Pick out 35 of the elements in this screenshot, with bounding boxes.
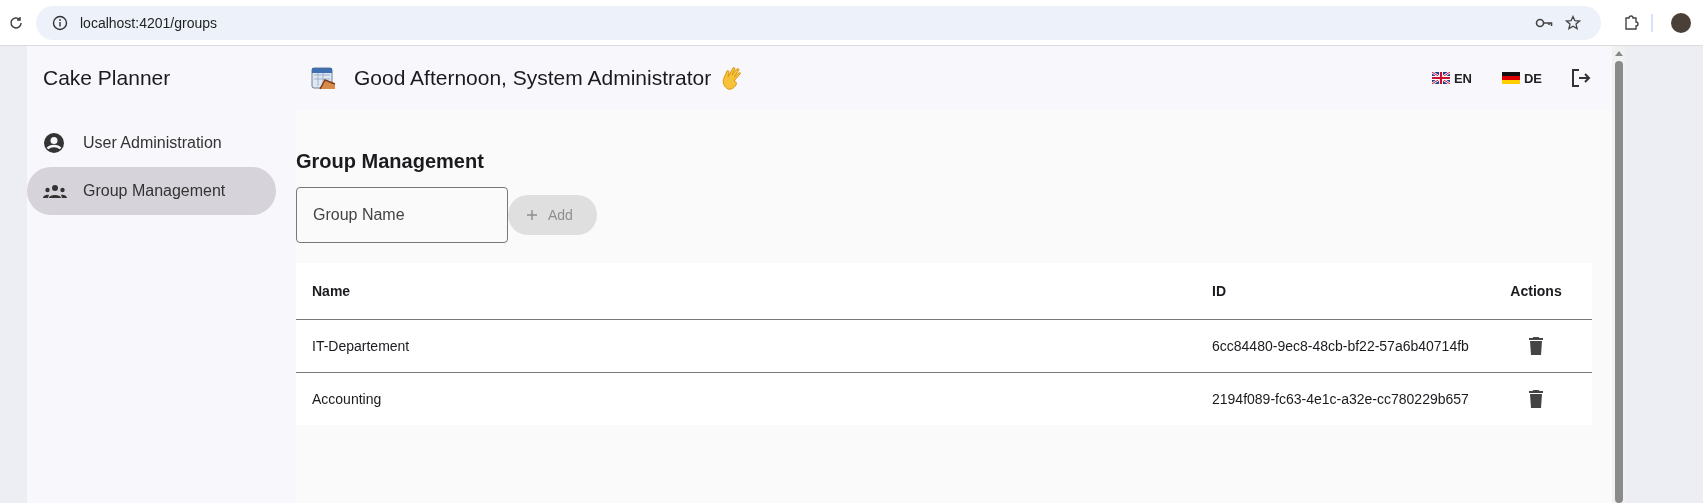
table-cell-text: IT-Departement	[311, 338, 411, 354]
table-cell-text: 2194f089-fc63-4e1c-a32e-cc780229b657	[1212, 391, 1470, 407]
user-icon	[43, 132, 65, 154]
reload-icon[interactable]	[8, 14, 24, 31]
avatar[interactable]	[1671, 12, 1691, 33]
star-icon[interactable]	[1565, 14, 1581, 31]
column-header: ID	[1212, 283, 1227, 299]
scroll-up-icon[interactable]	[1614, 51, 1623, 56]
extensions-icon[interactable]	[1623, 14, 1639, 31]
table-cell-text: Accounting	[311, 391, 383, 407]
address-bar[interactable]: localhost:4201/groups	[36, 5, 1601, 40]
calendar-cake-icon	[310, 65, 336, 91]
page-heading: Group Management	[296, 150, 485, 173]
delete-icon[interactable]	[1527, 388, 1545, 410]
greeting-text: Good Afternoon, System Administrator	[354, 66, 712, 90]
group-name-field[interactable]: Group Name	[296, 187, 508, 243]
nav-item[interactable]: User Administration	[27, 119, 276, 167]
germany-flag-icon	[1501, 72, 1520, 84]
table-cell-text: 6cc84480-9ec8-48cb-bf22-57a6b40714fb	[1212, 338, 1470, 354]
nav-item[interactable]: Group Management	[27, 167, 276, 215]
url-text: localhost:4201/groups	[80, 14, 217, 31]
logout-icon[interactable]	[1570, 67, 1592, 89]
key-icon[interactable]	[1535, 16, 1553, 29]
column-header: Name	[311, 283, 352, 299]
info-icon[interactable]	[52, 14, 68, 31]
scroll-thumb[interactable]	[1614, 61, 1623, 503]
column-header: Actions	[1509, 283, 1563, 299]
plus-icon	[526, 209, 538, 221]
group-icon	[43, 184, 67, 198]
uk-flag-icon	[1431, 72, 1450, 84]
language-button[interactable]: DE	[1495, 66, 1548, 90]
delete-icon[interactable]	[1527, 335, 1545, 357]
scrollbar[interactable]	[1612, 46, 1625, 503]
language-button[interactable]: EN	[1425, 66, 1478, 90]
app-title: Cake Planner	[42, 65, 172, 91]
